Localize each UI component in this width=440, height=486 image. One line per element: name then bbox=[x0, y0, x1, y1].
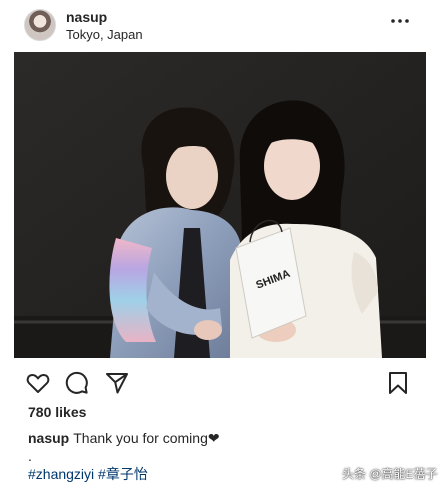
caption-text: Thank you for coming❤ bbox=[73, 430, 220, 446]
post-header: nasup Tokyo, Japan bbox=[0, 0, 440, 50]
share-icon[interactable] bbox=[104, 370, 130, 396]
likes-count[interactable]: 780 likes bbox=[28, 404, 86, 420]
post-caption: nasup Thank you for coming❤ bbox=[28, 430, 220, 447]
comment-icon[interactable] bbox=[64, 370, 90, 396]
post-hashtags[interactable]: #zhangziyi #章子怡 bbox=[28, 464, 148, 484]
post-photo[interactable]: SHIMA bbox=[14, 52, 426, 358]
more-options-icon[interactable] bbox=[388, 13, 412, 29]
post-username[interactable]: nasup bbox=[66, 9, 107, 25]
caption-dot: . bbox=[28, 448, 32, 464]
caption-username[interactable]: nasup bbox=[28, 430, 69, 446]
heart-icon[interactable] bbox=[25, 370, 51, 396]
user-avatar[interactable] bbox=[24, 9, 56, 41]
bookmark-icon[interactable] bbox=[385, 370, 411, 396]
post-location[interactable]: Tokyo, Japan bbox=[66, 27, 143, 42]
source-watermark: 头条 @高能E蓓子 bbox=[342, 467, 438, 481]
post-actions bbox=[0, 364, 440, 398]
